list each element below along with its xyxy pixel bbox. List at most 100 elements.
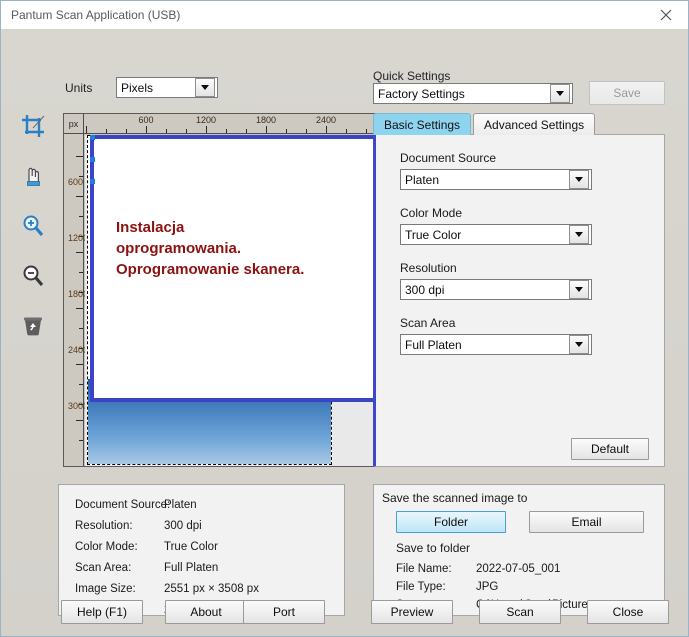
title-bar: Pantum Scan Application (USB) (1, 1, 688, 29)
scan-preview-text: Instalacja oprogramowania. Oprogramowani… (116, 217, 304, 280)
clear-tool[interactable] (16, 309, 50, 343)
scan-text-line: oprogramowania. (116, 240, 242, 257)
resolution-label: Resolution (400, 261, 457, 275)
units-value: Pixels (121, 80, 154, 95)
units-select[interactable]: Pixels (116, 77, 218, 98)
info-value: True Color (164, 541, 218, 553)
zoom-in-tool[interactable] (16, 209, 50, 243)
scan-area-select[interactable]: Full Platen (400, 334, 592, 355)
quick-settings-select[interactable]: Factory Settings (373, 83, 573, 104)
default-button[interactable]: Default (571, 438, 649, 460)
ruler-h-label: 1200 (195, 115, 217, 125)
close-dialog-button[interactable]: Close (587, 600, 669, 624)
chevron-down-icon[interactable] (550, 84, 570, 103)
scan-area-field: Scan Area Full Platen (400, 316, 592, 355)
save-panel-title: Save the scanned image to (382, 491, 528, 505)
window-title: Pantum Scan Application (USB) (11, 8, 181, 22)
info-value: Full Platen (164, 562, 219, 574)
resolution-value: 300 dpi (405, 282, 445, 297)
file-name-value: 2022-07-05_001 (476, 563, 561, 575)
zoom-out-tool[interactable] (16, 259, 50, 293)
units-label: Units (65, 81, 93, 95)
color-mode-value: True Color (405, 227, 462, 242)
info-value: 300 dpi (164, 520, 202, 532)
info-label: Resolution: (75, 520, 133, 532)
document-source-label: Document Source (400, 151, 497, 165)
folder-button-label: Folder (433, 515, 468, 529)
scan-selection-rect[interactable]: Instalacja oprogramowania. Oprogramowani… (90, 135, 381, 402)
quick-settings-label: Quick Settings (373, 69, 451, 83)
magnifier-minus-icon (23, 265, 44, 287)
save-to-folder-button[interactable]: Folder (396, 511, 506, 533)
tab-advanced-settings-label: Advanced Settings (484, 117, 585, 132)
chevron-down-icon[interactable] (195, 78, 215, 97)
save-button-label: Save (613, 86, 641, 100)
about-button[interactable]: About (165, 600, 247, 624)
ruler-h-label: 2400 (315, 115, 337, 125)
magnifier-plus-icon (23, 215, 44, 237)
scan-area-value: Full Platen (405, 337, 462, 352)
settings-tabs: Basic Settings Advanced Settings (373, 113, 596, 135)
help-button-label: Help (F1) (76, 605, 127, 619)
tool-strip (11, 109, 55, 343)
color-mode-label: Color Mode (400, 206, 463, 220)
selection-handle[interactable] (90, 135, 95, 140)
save-button[interactable]: Save (589, 81, 665, 105)
help-button[interactable]: Help (F1) (61, 600, 143, 624)
preview-button[interactable]: Preview (371, 600, 453, 624)
color-mode-select[interactable]: True Color (400, 224, 592, 245)
chevron-down-icon[interactable] (569, 335, 589, 354)
main-body: Units Pixels Quick Settings Factory Sett… (1, 29, 688, 636)
info-value: Platen (164, 499, 197, 511)
ruler-v-label: 1200 (68, 233, 89, 243)
scan-button[interactable]: Scan (479, 600, 561, 624)
save-to-folder-subtitle: Save to folder (396, 541, 471, 555)
pan-tool[interactable] (16, 159, 50, 193)
ruler-v-label: 2400 (68, 345, 89, 355)
preview-button-label: Preview (390, 605, 434, 619)
email-button-label: Email (571, 515, 602, 529)
scan-text-line: Oprogramowanie skanera. (116, 261, 305, 278)
window-close-icon[interactable] (643, 1, 688, 28)
quick-settings-value: Factory Settings (378, 86, 465, 101)
selection-handle[interactable] (90, 179, 95, 184)
bottom-button-bar: Help (F1) About Port Preview Scan Close (1, 592, 688, 636)
file-name-label: File Name: (396, 563, 452, 575)
preview-canvas[interactable]: Instalacja oprogramowania. Oprogramowani… (85, 135, 384, 466)
chevron-down-icon[interactable] (569, 280, 589, 299)
port-button[interactable]: Port (243, 600, 325, 624)
about-button-label: About (190, 605, 222, 619)
ruler-v-label: 3000 (68, 401, 89, 411)
selection-handle[interactable] (90, 157, 95, 162)
resolution-field: Resolution 300 dpi (400, 261, 592, 300)
ruler-v-label: 1800 (68, 289, 89, 299)
basic-settings-panel: Document Source Platen Color Mode True C… (373, 134, 665, 467)
tab-basic-settings[interactable]: Basic Settings (373, 113, 472, 135)
trash-recycle-icon (24, 317, 42, 336)
horizontal-ruler: 600 1200 1800 2400 (64, 114, 384, 134)
scan-application-window: Pantum Scan Application (USB) Units Pixe… (0, 0, 689, 637)
document-source-select[interactable]: Platen (400, 169, 592, 190)
scan-area-label: Scan Area (400, 316, 456, 330)
save-to-email-button[interactable]: Email (529, 511, 644, 533)
ruler-v-label: 600 (68, 177, 84, 187)
ruler-h-label: 1800 (255, 115, 277, 125)
scan-button-label: Scan (506, 605, 534, 619)
document-source-value: Platen (405, 172, 440, 187)
chevron-down-icon[interactable] (569, 170, 589, 189)
close-button-label: Close (612, 605, 644, 619)
chevron-down-icon[interactable] (569, 225, 589, 244)
vertical-ruler: 600 1200 1800 2400 3000 (64, 134, 89, 466)
resolution-select[interactable]: 300 dpi (400, 279, 592, 300)
info-label: Document Source: (75, 499, 171, 511)
crop-icon (22, 115, 45, 137)
port-button-label: Port (272, 605, 295, 619)
default-button-label: Default (590, 442, 630, 456)
crop-tool[interactable] (16, 109, 50, 143)
ruler-h-label: 600 (138, 115, 154, 125)
info-label: Scan Area: (75, 562, 132, 574)
info-label: Color Mode: (75, 541, 138, 553)
tab-advanced-settings[interactable]: Advanced Settings (473, 113, 596, 135)
hand-icon (27, 167, 40, 186)
preview-pane[interactable]: 600 1200 1800 2400 px 600 1200 1800 2400… (63, 113, 385, 467)
